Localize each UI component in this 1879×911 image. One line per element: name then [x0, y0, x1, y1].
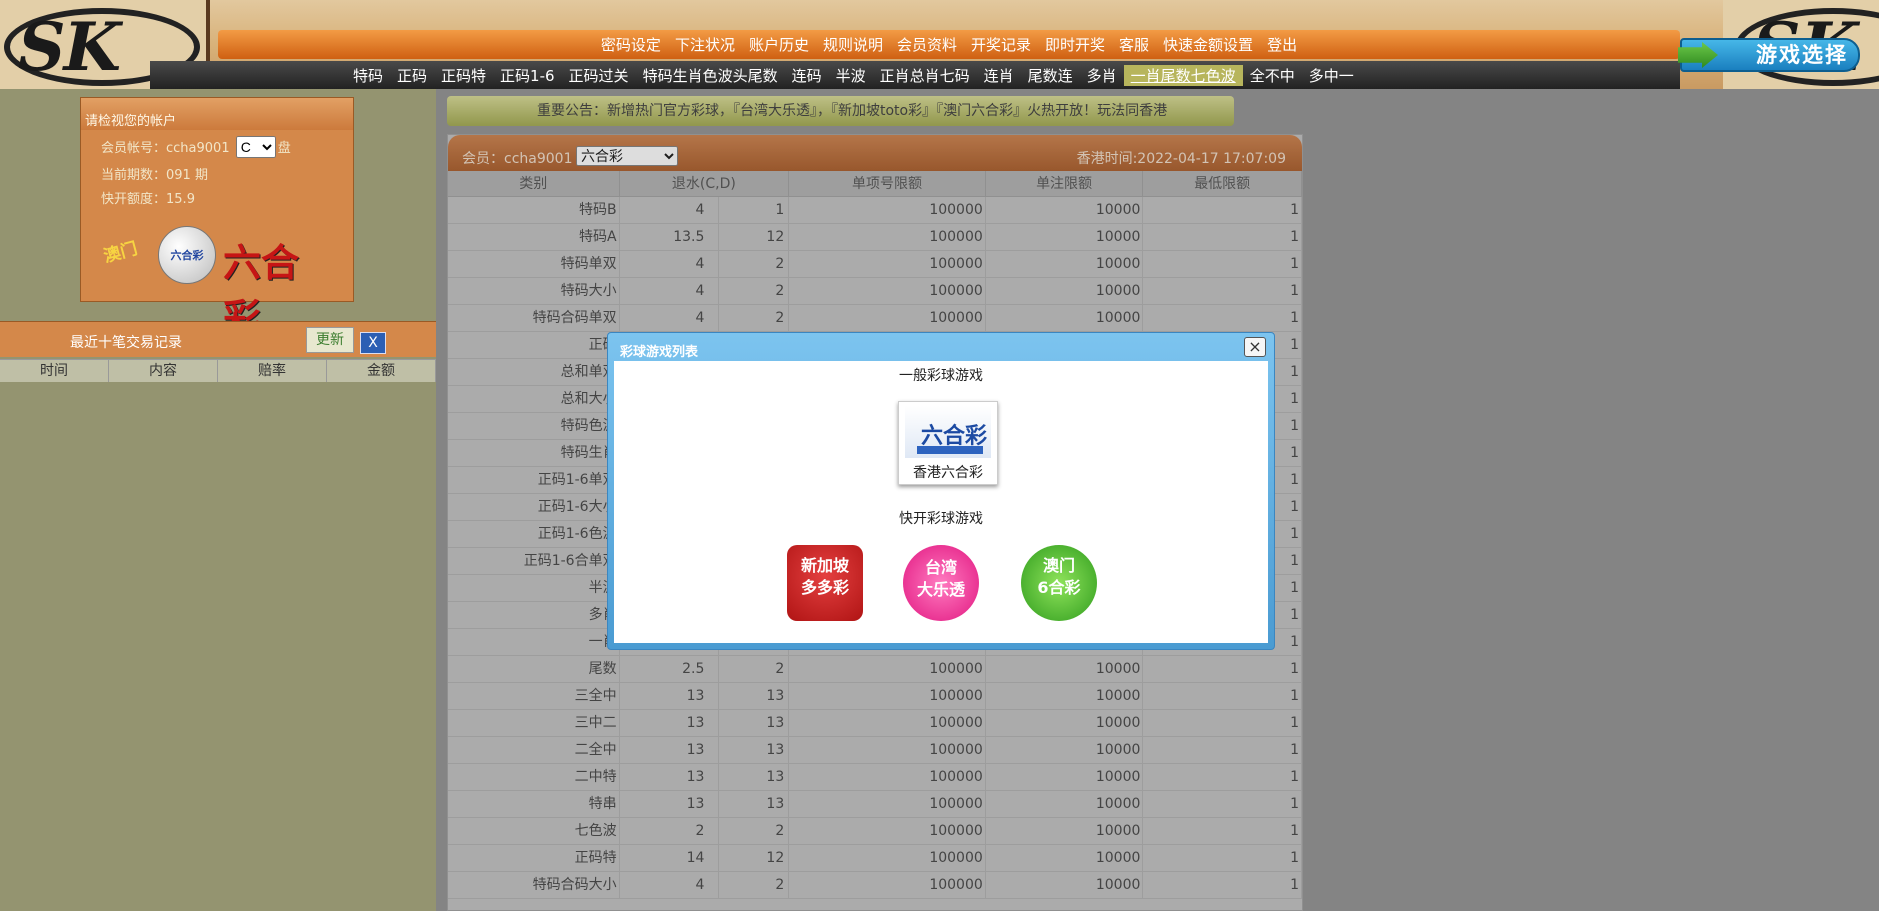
game-list-modal: 彩球游戏列表 × 一般彩球游戏 六合彩 香港六合彩 快开彩球游戏 新加坡 多多彩 … [607, 332, 1275, 650]
modal-body: 一般彩球游戏 六合彩 香港六合彩 快开彩球游戏 新加坡 多多彩 台湾 大乐透 澳门 6… [614, 361, 1268, 643]
plate-select[interactable]: C [235, 136, 276, 158]
macau-lottery-logo: 澳门 六合彩 六合彩 [101, 224, 333, 340]
member-label: 会员帐号： [101, 141, 167, 156]
hk-lottery-icon: 六合彩 [905, 406, 991, 458]
recent-title: 最近十笔交易记录 [70, 335, 182, 351]
recent-columns: 时间 内容 赔率 金额 [0, 359, 436, 382]
sub-menu: 特码 正码 正码特 正码1-6 正码过关 特码生肖色波头尾数 连码 半波 正肖总肖七码 连肖 尾数连… [150, 61, 1680, 89]
sub-menu-item[interactable]: 多肖 [1080, 65, 1124, 86]
period-row: 当前期数：091 期 [101, 164, 353, 188]
recent-transactions-header: 最近十笔交易记录 更新 X [0, 321, 436, 357]
top-menu-item[interactable]: 规则说明 [816, 34, 890, 55]
sub-menu-item[interactable]: 正码特 [434, 65, 493, 86]
plate-suffix: 盘 [277, 141, 291, 156]
game-select-label: 游戏选择 [1756, 43, 1848, 67]
modal-title: 彩球游戏列表 [620, 345, 699, 360]
section-fast: 快开彩球游戏 [899, 511, 983, 527]
col-amount: 金额 [327, 360, 436, 382]
header: SK 密码设定 下注状况 账户历史 规则说明 会员资料 开奖记录 即时开奖 客服 快速金额设置登… [0, 0, 1879, 89]
top-menu-item[interactable]: 即时开奖 [1038, 34, 1112, 55]
sub-menu-item[interactable]: 尾数连 [1021, 65, 1080, 86]
account-panel: 请检视您的帐户 会员帐号：ccha9001 C盘 当前期数：091 期 快开额度… [80, 97, 354, 340]
top-menu-item[interactable]: 账户历史 [742, 34, 816, 55]
col-content: 内容 [109, 360, 218, 382]
lottery-ball-icon: 六合彩 [158, 226, 216, 284]
close-icon[interactable]: × [1244, 337, 1266, 357]
top-menu-item[interactable]: 下注状况 [668, 34, 742, 55]
sub-menu-item[interactable]: 多中一 [1302, 65, 1361, 86]
sub-menu-item[interactable]: 连码 [785, 65, 829, 86]
arrow-right-icon [1678, 42, 1718, 68]
close-recent-button[interactable]: X [360, 332, 386, 354]
top-menu-item[interactable]: 登出 [1260, 34, 1304, 55]
top-menu-item[interactable]: 会员资料 [890, 34, 964, 55]
account-title: 请检视您的帐户 [81, 98, 353, 130]
sub-menu-item[interactable]: 一肖尾数七色波 [1123, 64, 1243, 86]
sub-menu-item[interactable]: 正码 [390, 65, 434, 86]
period-value: 091 期 [166, 168, 208, 183]
sub-menu-item[interactable]: 特码 [346, 65, 390, 86]
logo-macau-text: 澳门 [101, 238, 140, 267]
period-label: 当前期数： [101, 168, 167, 183]
col-time: 时间 [0, 360, 109, 382]
sub-menu-item[interactable]: 正码过关 [562, 65, 636, 86]
top-menu-item[interactable]: 快速金额设置 [1156, 34, 1260, 55]
top-menu: 密码设定 下注状况 账户历史 规则说明 会员资料 开奖记录 即时开奖 客服 快速金额设置 登出 [218, 30, 1680, 59]
sub-menu-item[interactable]: 特码生肖色波头尾数 [636, 65, 785, 86]
member-id: ccha9001 [166, 141, 230, 156]
taiwan-lotto-icon[interactable]: 台湾 大乐透 [903, 545, 979, 621]
sub-menu-item[interactable]: 正码1-6 [493, 65, 562, 86]
macau-lhc-icon[interactable]: 澳门 6合彩 [1021, 545, 1097, 621]
quota-value: 15.9 [166, 192, 195, 207]
member-row: 会员帐号：ccha9001 C盘 [101, 136, 353, 160]
top-menu-item[interactable]: 密码设定 [594, 34, 668, 55]
logo-text: SK [18, 8, 121, 86]
sub-menu-item[interactable]: 半波 [829, 65, 873, 86]
singapore-toto-icon[interactable]: 新加坡 多多彩 [787, 545, 863, 621]
sub-menu-item[interactable]: 全不中 [1243, 65, 1302, 86]
quota-label: 快开额度： [101, 192, 167, 207]
quota-row: 快开额度：15.9 [101, 188, 353, 212]
hk-lottery-label: 香港六合彩 [913, 465, 983, 481]
game-select-button[interactable]: 游戏选择 [1678, 38, 1860, 72]
update-button[interactable]: 更新 [306, 327, 354, 353]
sub-menu-item[interactable]: 正肖总肖七码 [873, 65, 977, 86]
top-menu-item[interactable]: 开奖记录 [964, 34, 1038, 55]
left-sidebar: 请检视您的帐户 会员帐号：ccha9001 C盘 当前期数：091 期 快开额度… [0, 89, 436, 911]
section-general: 一般彩球游戏 [899, 368, 983, 384]
sub-menu-item[interactable]: 连肖 [977, 65, 1021, 86]
col-odds: 赔率 [218, 360, 327, 382]
hk-lottery-button[interactable]: 六合彩 香港六合彩 [898, 401, 998, 485]
top-menu-item[interactable]: 客服 [1112, 34, 1156, 55]
